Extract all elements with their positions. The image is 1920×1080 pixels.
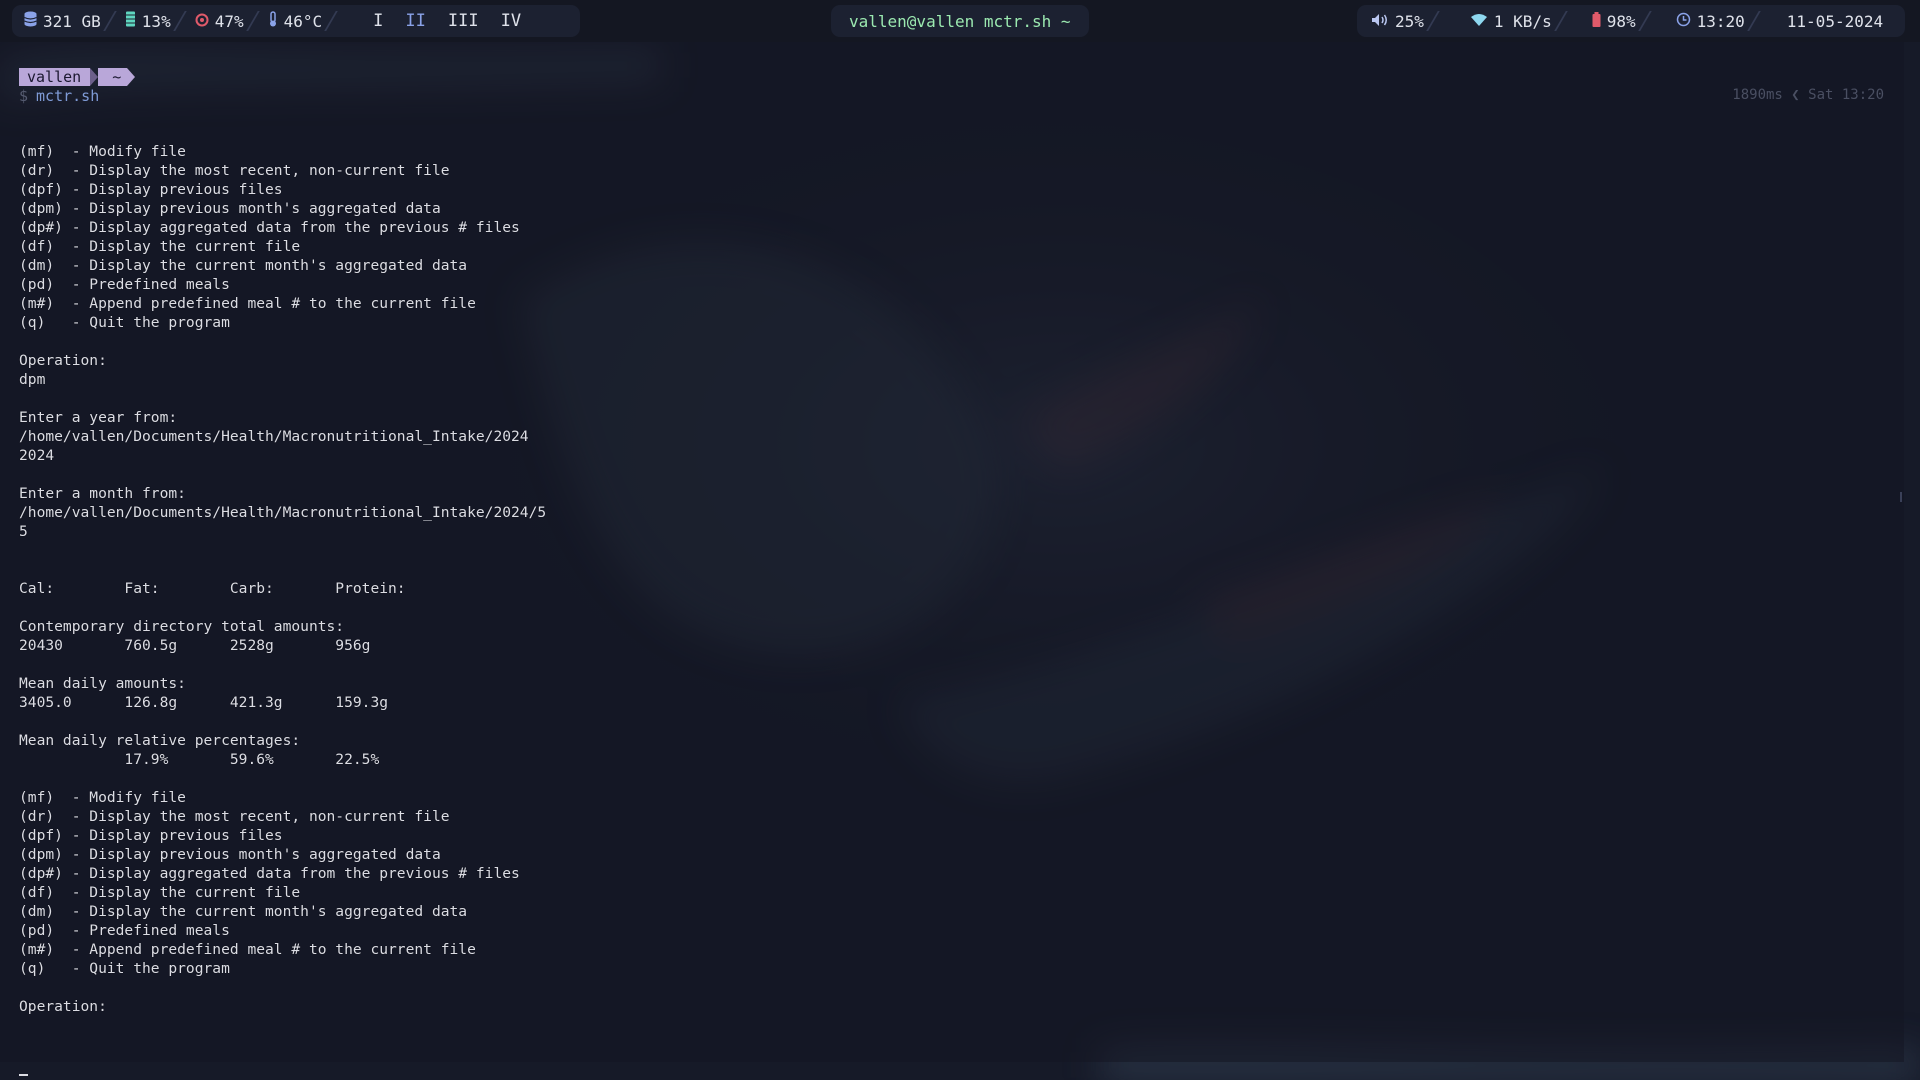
command-line: $ mctr.sh [19, 87, 99, 105]
clock: 13:20 [1648, 5, 1757, 37]
thermometer-icon [268, 11, 278, 31]
cpu-usage: 47% [183, 5, 256, 37]
scrollbar[interactable] [1900, 492, 1902, 502]
status-bar: 321 GB 13% 47% 46°C I II III IV vallen@v… [0, 0, 1920, 42]
workspace-2[interactable]: II [394, 11, 436, 31]
memory-usage: 13% [113, 5, 183, 37]
window-title-pill: vallen@vallen mctr.sh ~ [831, 5, 1089, 37]
window-title: vallen@vallen mctr.sh ~ [849, 11, 1071, 31]
prompt-directory: ~ [98, 68, 128, 86]
command-text: mctr.sh [36, 87, 100, 105]
text-cursor[interactable] [19, 1074, 28, 1076]
date: 11-05-2024 [1757, 5, 1895, 37]
database-icon [24, 11, 37, 31]
memory-icon [125, 11, 136, 31]
terminal-window[interactable]: vallen ~ $ mctr.sh 1890ms ❮ Sat 13:20 (mf… [0, 42, 1904, 1076]
volume-icon [1371, 12, 1389, 31]
prompt-arrow-icon [127, 68, 136, 86]
workspace-4[interactable]: IV [490, 11, 532, 31]
battery-value: 98% [1606, 11, 1636, 31]
battery: 98% [1564, 5, 1648, 37]
disk-value: 321 GB [43, 11, 101, 31]
cpu-value: 47% [214, 11, 244, 31]
volume[interactable]: 25% [1357, 5, 1436, 37]
clock-value: 13:20 [1696, 11, 1745, 31]
wifi-icon [1470, 12, 1488, 31]
command-symbol: $ [19, 87, 29, 105]
prompt-separator-icon [90, 68, 99, 86]
workspace-switcher: I II III IV [334, 5, 544, 37]
system-stats-pill: 321 GB 13% 47% 46°C I II III IV [12, 5, 580, 37]
prompt-user: vallen [19, 68, 91, 86]
system-tray-pill: 25% 1 KB/s 98% 13:20 11-05-2024 [1357, 5, 1905, 37]
disk-usage: 321 GB [12, 5, 113, 37]
temperature-value: 46°C [283, 11, 323, 31]
temperature: 46°C [256, 5, 335, 37]
shell-prompt: vallen ~ [19, 68, 136, 86]
network-value: 1 KB/s [1493, 11, 1552, 31]
battery-icon [1592, 11, 1601, 31]
clock-icon [1676, 12, 1691, 31]
memory-value: 13% [141, 11, 171, 31]
terminal-output: (mf) - Modify file (dr) - Display the mo… [19, 143, 547, 1015]
volume-value: 25% [1395, 11, 1424, 31]
workspace-1[interactable]: I [362, 11, 394, 31]
date-value: 11-05-2024 [1786, 11, 1884, 31]
cpu-icon [195, 12, 209, 31]
network[interactable]: 1 KB/s [1436, 5, 1564, 37]
right-prompt: 1890ms ❮ Sat 13:20 [1732, 87, 1884, 103]
workspace-3[interactable]: III [437, 11, 490, 31]
